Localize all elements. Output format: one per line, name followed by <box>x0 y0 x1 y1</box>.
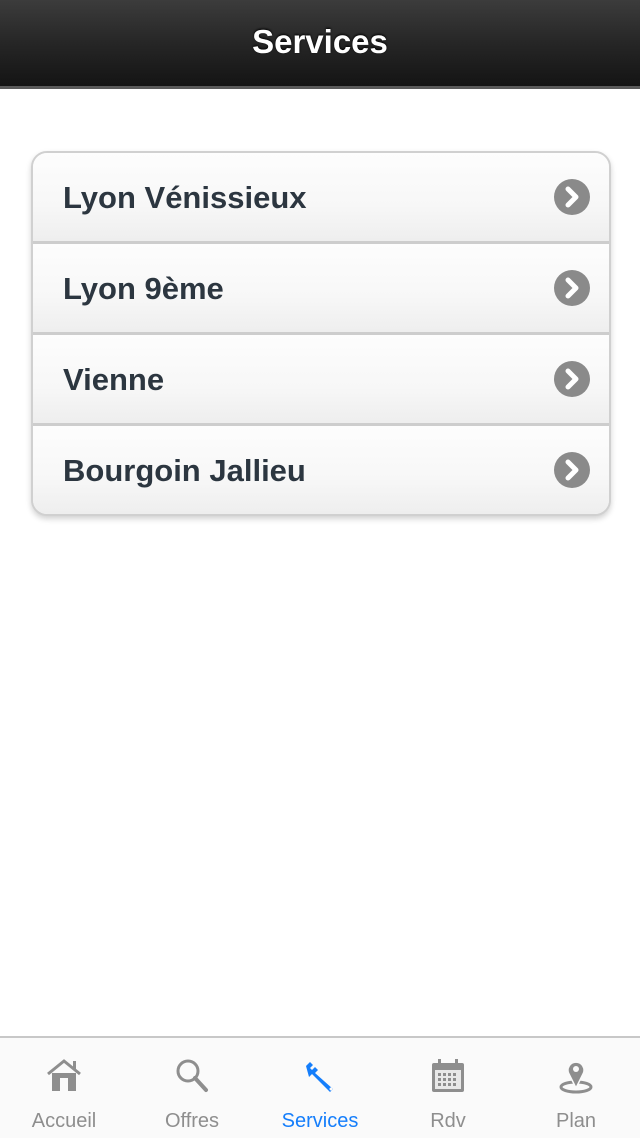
services-list: Lyon Vénissieux Lyon 9ème Vienne Bourgoi… <box>31 151 611 516</box>
map-pin-icon <box>556 1056 596 1096</box>
chevron-right-circle-icon <box>554 270 590 306</box>
list-item-label: Lyon 9ème <box>63 271 224 306</box>
tab-label: Services <box>281 1110 359 1132</box>
tab-accueil[interactable]: Accueil <box>0 1038 128 1138</box>
tab-services[interactable]: Services <box>256 1038 384 1138</box>
tab-plan[interactable]: Plan <box>512 1038 640 1138</box>
calendar-icon <box>428 1056 468 1096</box>
list-item-lyon-venissieux[interactable]: Lyon Vénissieux <box>33 153 609 241</box>
list-item-label: Vienne <box>63 362 165 397</box>
search-icon <box>172 1056 212 1096</box>
list-item-label: Lyon Vénissieux <box>63 180 307 215</box>
list-item-bourgoin-jallieu[interactable]: Bourgoin Jallieu <box>33 423 609 514</box>
list-item-lyon-9eme[interactable]: Lyon 9ème <box>33 241 609 332</box>
tab-label: Accueil <box>31 1110 97 1132</box>
tab-bar: Accueil Offres Services Rdv Plan <box>0 1036 640 1138</box>
chevron-right-circle-icon <box>554 179 590 215</box>
chevron-right-circle-icon <box>554 452 590 488</box>
list-item-label: Bourgoin Jallieu <box>63 453 306 488</box>
page-title: Services <box>252 23 388 60</box>
chevron-right-circle-icon <box>554 361 590 397</box>
navigation-bar: Services <box>0 0 640 89</box>
tab-label: Plan <box>555 1110 597 1132</box>
tab-label: Rdv <box>430 1110 466 1132</box>
wrench-icon <box>300 1056 340 1096</box>
home-icon <box>44 1056 84 1096</box>
tab-rdv[interactable]: Rdv <box>384 1038 512 1138</box>
tab-offres[interactable]: Offres <box>128 1038 256 1138</box>
tab-label: Offres <box>164 1110 220 1132</box>
list-item-vienne[interactable]: Vienne <box>33 332 609 423</box>
